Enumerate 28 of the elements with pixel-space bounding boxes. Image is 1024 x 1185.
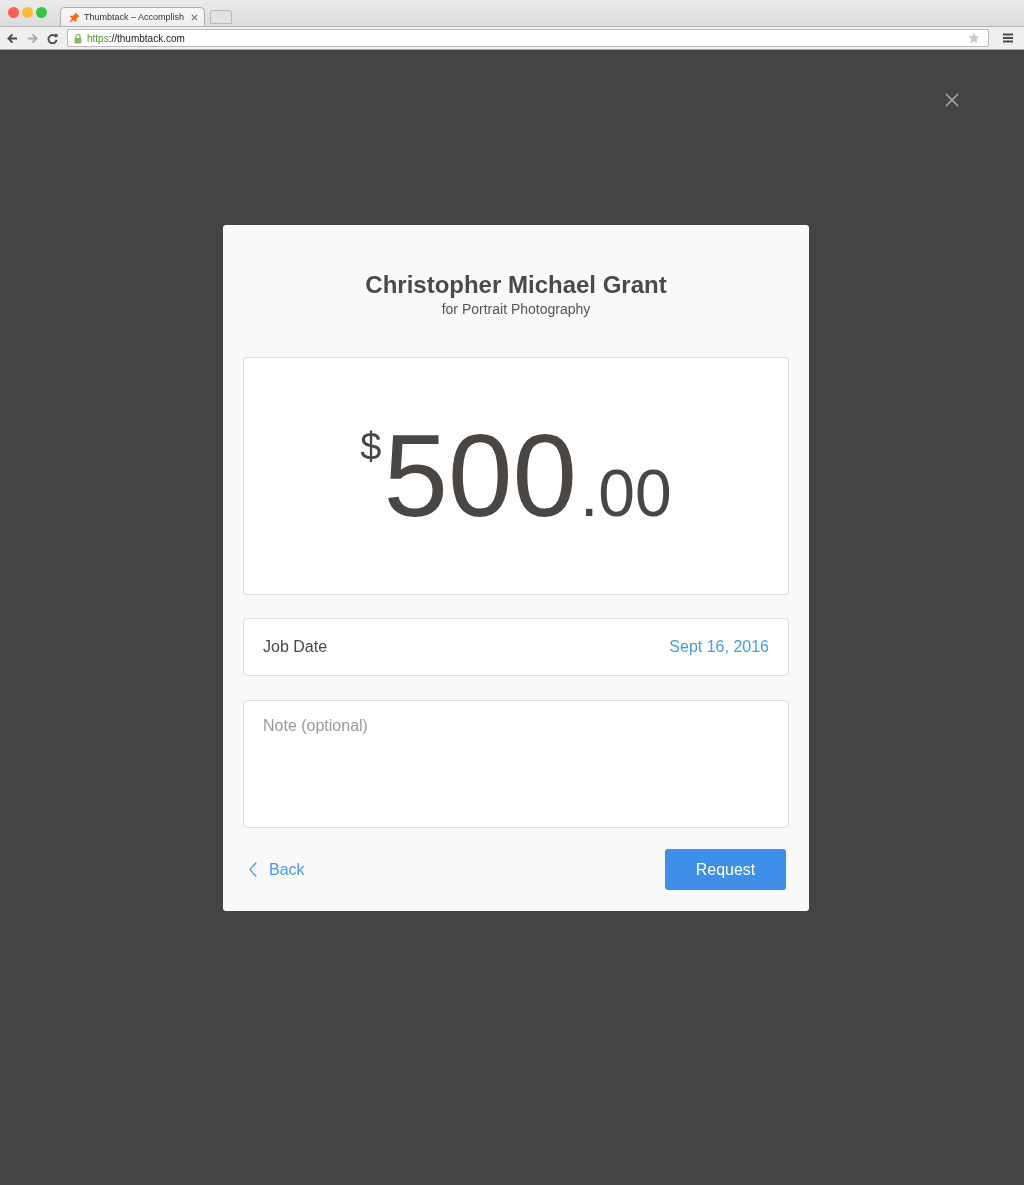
back-link[interactable]: Back [249, 860, 305, 879]
address-bar[interactable]: https://thumbtack.com [67, 29, 989, 47]
back-icon[interactable] [7, 32, 18, 44]
amount-whole: 500 [383, 418, 577, 534]
lock-icon [74, 32, 82, 44]
dialog-title: Christopher Michael Grant [364, 271, 668, 299]
note-field[interactable]: Note (optional) [243, 700, 789, 828]
amount-cents: 00 [598, 460, 672, 526]
window-maximize-icon[interactable] [36, 7, 47, 18]
forward-icon[interactable] [27, 32, 38, 44]
window-minimize-icon[interactable] [22, 7, 33, 18]
reload-icon[interactable] [47, 32, 58, 44]
job-date-value[interactable]: Sept 16, 2016 [669, 638, 769, 656]
pin-icon [69, 11, 80, 23]
decimal-point: . [579, 460, 599, 526]
browser-tab[interactable]: Thumbtack – Accomplish [60, 7, 206, 26]
new-tab-button[interactable] [210, 10, 233, 24]
close-icon[interactable] [191, 13, 199, 21]
menu-icon[interactable] [1003, 33, 1013, 43]
window-close-icon[interactable] [8, 7, 19, 18]
dialog-subtitle: for Portrait Photography [440, 300, 592, 318]
url-text: https://thumbtack.com [87, 32, 186, 44]
currency-symbol: $ [360, 428, 382, 466]
job-date-label: Job Date [263, 638, 328, 656]
star-icon[interactable] [968, 32, 980, 44]
chevron-left-icon [249, 862, 257, 877]
request-button[interactable]: Request [665, 849, 786, 890]
close-icon[interactable] [945, 93, 959, 107]
